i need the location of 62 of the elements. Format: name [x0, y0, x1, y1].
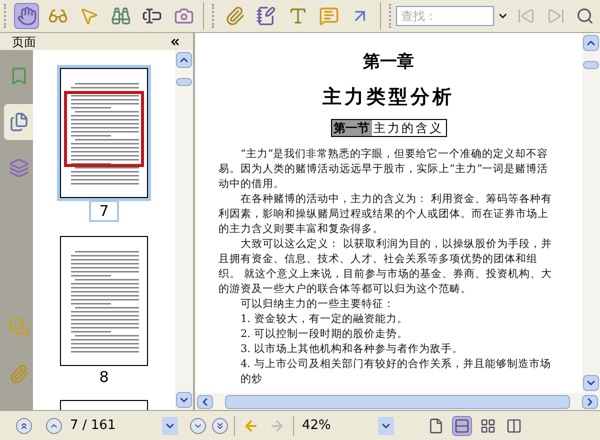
continuous-facing-icon	[506, 418, 522, 434]
list-item-text: 2. 可以控制一段时期的股价走势。	[240, 327, 409, 342]
section-title: 主力的含义	[372, 120, 444, 136]
text-box-icon	[288, 6, 308, 26]
paperclip-icon	[224, 6, 245, 26]
double-chevron-down-icon	[215, 420, 225, 430]
paragraph: 大致可以这么定义： 以获取利润为目的，以操纵股价为手段，并且拥有资金、信息、技术、人才、社会关系等多项优势的团体和组织。 就这个意义上来说，目前参与市场的基金、券商、投资机构、大的游资及一些大户的联合体等都可以归为这个范畴。	[218, 237, 553, 297]
view-mode-button[interactable]	[452, 416, 472, 436]
sidebar-tab[interactable]	[4, 104, 33, 140]
list-item-text: 1. 资金较大，有一定的融资能力。	[240, 312, 409, 327]
page-thumbnail[interactable]	[60, 236, 148, 366]
hand-icon	[16, 6, 37, 26]
next-icon	[546, 7, 565, 25]
first-page-button[interactable]	[16, 418, 32, 434]
scroll-thumb[interactable]	[176, 78, 192, 86]
next-page-button[interactable]	[190, 418, 206, 434]
facing-pages-icon	[480, 418, 496, 434]
scroll-thumb[interactable]	[225, 394, 570, 408]
layers-icon	[8, 158, 28, 178]
paragraph: 在各种赌博的活动中，主力的含义为： 利用资金、筹码等各种有利因素，影响和操纵赌局过程或结果的个人或团体。而在证券市场上的主力含义则要丰富和复杂得多。	[218, 192, 553, 237]
continuous-page-icon	[454, 418, 470, 434]
scroll-up-button[interactable]	[583, 35, 599, 51]
scroll-down-button[interactable]	[176, 392, 192, 408]
horizontal-scrollbar[interactable]	[195, 393, 600, 410]
comment-icon	[319, 6, 340, 26]
vertical-scrollbar[interactable]	[582, 33, 600, 393]
binoculars-icon	[110, 6, 131, 26]
note-pencil-icon	[256, 6, 276, 26]
paragraph: 可以归纳主力的一些主要特征：	[240, 297, 396, 312]
camera-icon	[174, 6, 194, 26]
page-number-label: 8	[98, 368, 110, 386]
zoom-field[interactable]: 42%	[300, 416, 394, 436]
scroll-right-button[interactable]	[582, 394, 598, 408]
scroll-thumb[interactable]	[583, 61, 599, 69]
page-thumbnail[interactable]	[60, 68, 148, 198]
pages-icon	[8, 112, 28, 132]
previous-page-button[interactable]	[46, 418, 62, 434]
page-number-field[interactable]: 7 / 161	[68, 416, 178, 436]
panel-title: 页面	[12, 34, 36, 48]
pointer-icon	[79, 6, 100, 26]
scroll-up-button[interactable]	[176, 52, 192, 68]
paragraph: “主力”是我们非常熟悉的字眼，但要给它一个准确的定义却不容易。因为人类的赌博活动远远早于股市，实际上“主力”一词是赌博活动中的借用。	[218, 147, 550, 192]
forward-arrow-icon	[269, 418, 285, 434]
list-item-text: 3. 以市场上其他机构和各种参与者作为敌手。	[240, 342, 464, 357]
page-number-label: 7	[89, 200, 119, 222]
scroll-left-button[interactable]	[197, 394, 213, 408]
chapter-heading: 第一章	[363, 51, 414, 73]
tool-button[interactable]	[14, 3, 40, 29]
chapter-title: 主力类型分析	[322, 85, 454, 109]
text-select-icon	[142, 6, 162, 26]
search-field[interactable]: 查找：	[396, 6, 494, 26]
scroll-down-button[interactable]	[583, 375, 599, 391]
double-chevron-up-icon	[19, 420, 29, 430]
section-number: 第一节	[332, 120, 372, 136]
paperclip-icon	[8, 364, 28, 384]
list-item-text: 4. 与上市公司及相关部门有较好的合作关系，并且能够制造市场的炒	[240, 357, 552, 387]
search-icon	[576, 7, 594, 25]
single-page-icon	[428, 418, 444, 434]
comments-icon	[8, 318, 28, 338]
last-page-button[interactable]	[212, 418, 228, 434]
vertical-scrollbar[interactable]	[175, 50, 193, 410]
previous-icon	[517, 7, 536, 25]
